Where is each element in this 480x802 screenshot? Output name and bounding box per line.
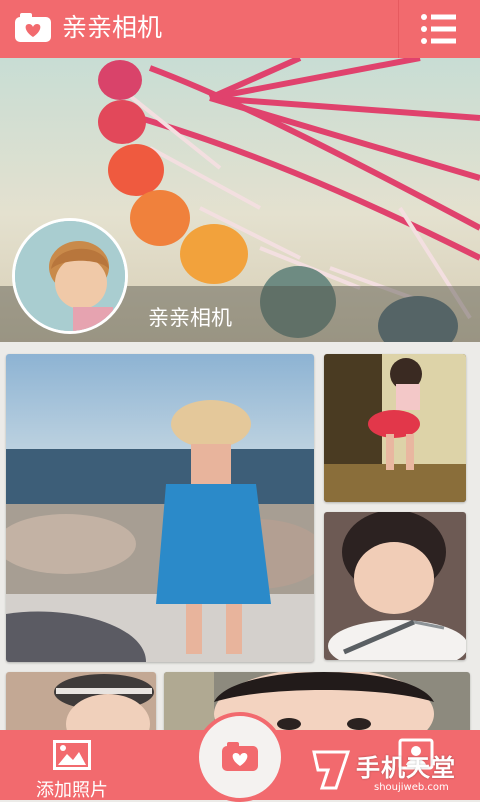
profile-avatar[interactable] — [12, 218, 128, 334]
site-watermark: 手机天堂 shoujiweb.com — [308, 748, 478, 798]
app-title: 亲亲相机 — [62, 13, 163, 42]
girl-eating-with-fork — [324, 512, 466, 660]
girl-with-hat-at-seaside — [6, 354, 314, 662]
photo-card[interactable] — [324, 354, 466, 502]
list-menu-icon[interactable] — [418, 8, 460, 50]
toddler-in-red-skirt — [324, 354, 466, 502]
add-photo-label: 添加照片 — [36, 780, 108, 801]
watermark-brand: 手机天堂 — [356, 754, 456, 782]
brand-logo-icon — [312, 750, 351, 790]
watermark-url: shoujiweb.com — [374, 782, 449, 793]
camera-shutter-button[interactable] — [195, 712, 285, 802]
camera-heart-icon — [222, 742, 258, 771]
photo-card[interactable] — [6, 354, 314, 662]
heart-camera-icon — [15, 13, 51, 42]
app-header: 亲亲相机 — [0, 0, 480, 58]
picture-icon — [53, 740, 91, 770]
header-divider — [398, 0, 399, 58]
cover-name: 亲亲相机 — [148, 306, 232, 330]
child-avatar-photo — [15, 221, 125, 331]
add-photo-button[interactable]: 添加照片 — [20, 738, 130, 801]
photo-card[interactable] — [324, 512, 466, 660]
